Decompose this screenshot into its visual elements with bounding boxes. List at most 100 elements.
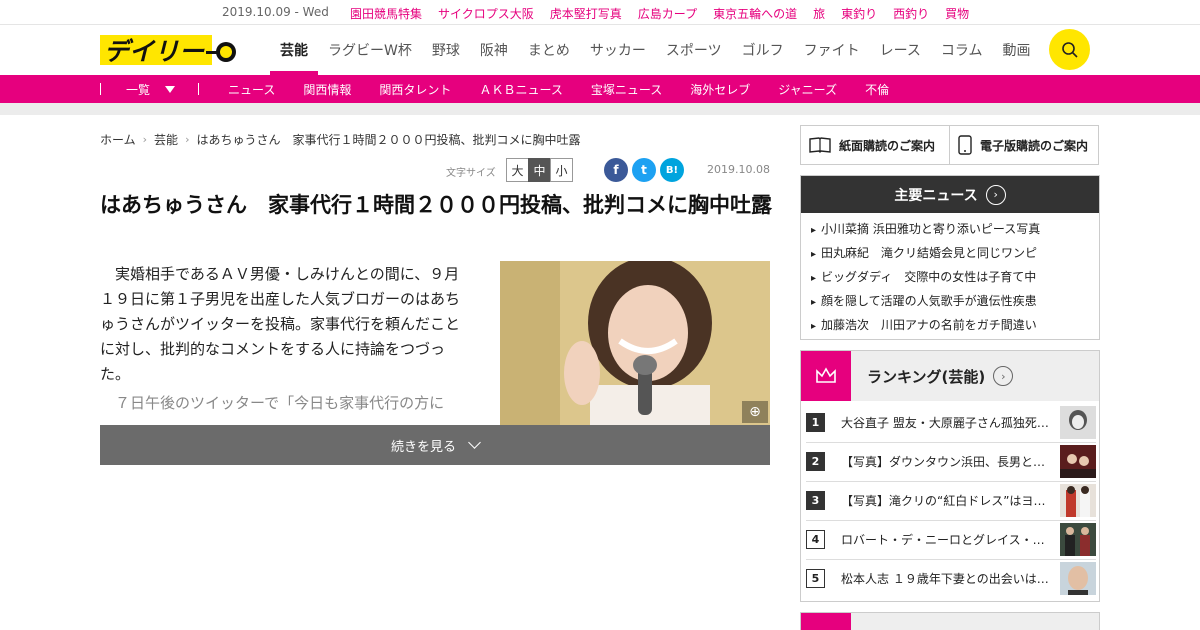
search-button[interactable] [1049,29,1090,70]
accent-tab [801,613,851,630]
zoom-icon[interactable]: ⊕ [742,401,768,423]
top-link[interactable]: サイクロプス大阪 [438,5,534,22]
search-icon [1061,41,1078,58]
ranking-text: ロバート・デ・ニーロとグレイス・ハ… [841,533,1053,547]
ranking-title: ランキング(芸能) [867,367,986,386]
main-news-item[interactable]: ビッグダディ 交際中の女性は子育て中 [811,265,1099,289]
rank-number: 2 [806,452,825,471]
font-size-small[interactable]: 小 [550,158,573,182]
top-link[interactable]: 広島カープ [638,5,697,22]
top-links: 園田競馬特集 サイクロプス大阪 虎本堅打写真 広島カープ 東京五輪への道 旅 東… [350,5,985,22]
nav-item[interactable]: スポーツ [656,25,732,75]
subnav-item[interactable]: 海外セレブ [690,81,750,98]
nav-item[interactable]: 動画 [992,25,1040,75]
chevron-down-icon [468,436,481,449]
ranking-header[interactable]: ランキング(芸能) › [801,351,1099,401]
ranking-row[interactable]: 1 大谷直子 盟友・大原麗子さん孤独死… [806,403,1096,441]
breadcrumb-category[interactable]: 芸能 [154,131,178,148]
current-date: 2019.10.09 - Wed [222,5,329,19]
article-paragraph: 実婚相手であるＡＶ男優・しみけんとの間に、９月１９日に第１子男児を出産した人気ブ… [100,265,461,383]
subnav-item[interactable]: ニュース [228,81,275,98]
article-tools: 文字サイズ 大 中 小 f t B! 2019.10.08 [446,158,770,182]
breadcrumb: ホーム › 芸能 › はあちゅうさん 家事代行１時間２０００円投稿、批判コメに胸… [100,131,580,148]
twitter-icon[interactable]: t [632,158,656,182]
nav-item[interactable]: サッカー [580,25,656,75]
top-link[interactable]: 東京五輪への道 [713,5,797,22]
main-nav: 芸能 ラグビーW杯 野球 阪神 まとめ サッカー スポーツ ゴルフ ファイト レ… [270,25,1088,75]
main-news-item[interactable]: 顔を隠して活躍の人気歌手が遺伝性疾患 [811,289,1099,313]
subscription-links: 紙面購読のご案内 電子版購読のご案内 [800,125,1100,165]
ranking-thumbnail [1060,562,1096,595]
subnav-item[interactable]: ジャニーズ [778,81,837,98]
share-buttons: f t B! [604,158,688,182]
read-more-button[interactable]: 続きを見る [100,425,770,465]
nav-item[interactable]: レース [870,25,931,75]
smartphone-icon [958,135,972,155]
ranking-text: 【写真】滝クリの“紅白ドレス”はヨー… [841,494,1053,508]
main-news-header[interactable]: 主要ニュース › [801,176,1099,213]
main-news-item[interactable]: 加藤浩次 川田アナの名前をガチ間違い [811,313,1099,337]
top-link[interactable]: 買物 [945,5,969,22]
nav-item[interactable]: ラグビーW杯 [318,25,422,75]
font-size-medium[interactable]: 中 [528,158,551,182]
paper-subscription-button[interactable]: 紙面購読のご案内 [800,125,950,165]
daily-logo[interactable]: デイリー [100,32,240,68]
subnav-item[interactable]: 宝塚ニュース [591,81,662,98]
rank-number: 1 [806,412,825,432]
ranking-row[interactable]: 4 ロバート・デ・ニーロとグレイス・ハ… [806,520,1096,558]
ranking-row[interactable]: 5 松本人志 １９歳年下妻との出会いは… [806,559,1096,597]
main-news-box: 主要ニュース › 小川菜摘 浜田雅功と寄り添いピース写真 田丸麻紀 滝クリ結婚会… [800,175,1100,340]
nav-item[interactable]: 野球 [422,25,470,75]
main-news-title: 主要ニュース [894,187,978,204]
font-size-large[interactable]: 大 [506,158,529,182]
article-body: 実婚相手であるＡＶ男優・しみけんとの間に、９月１９日に第１子男児を出産した人気ブ… [100,262,470,416]
list-dropdown[interactable]: 一覧 [126,81,150,98]
rank-number: 4 [806,530,825,549]
article-title: はあちゅうさん 家事代行１時間２０００円投稿、批判コメに胸中吐露 [100,193,772,217]
breadcrumb-home[interactable]: ホーム [100,131,136,148]
top-bar: 2019.10.09 - Wed 園田競馬特集 サイクロプス大阪 虎本堅打写真 … [0,0,1200,25]
gray-band [0,103,1200,115]
main-news-item[interactable]: 小川菜摘 浜田雅功と寄り添いピース写真 [811,217,1099,241]
subnav-item[interactable]: ＡＫＢニュース [479,81,562,98]
article-photo[interactable]: ⊕ [500,261,770,425]
logo-text: デイリー [104,37,205,66]
nav-item-entertainment[interactable]: 芸能 [270,25,318,75]
subnav-item[interactable]: 関西タレント [379,81,451,98]
hatena-icon[interactable]: B! [660,158,684,182]
ranking-box: ランキング(芸能) › 1 大谷直子 盟友・大原麗子さん孤独死… 2 【写真】ダ… [800,350,1100,602]
facebook-icon[interactable]: f [604,158,628,182]
nav-item[interactable]: ゴルフ [732,25,794,75]
read-more-label: 続きを見る [390,439,456,455]
subnav-item[interactable]: 関西情報 [303,81,351,98]
top-link[interactable]: 旅 [813,5,825,22]
ranking-text: 松本人志 １９歳年下妻との出会いは… [841,572,1049,586]
ranking-text: 【写真】ダウンタウン浜田、長男と親… [841,455,1053,469]
divider [198,83,199,95]
nav-item[interactable]: ファイト [794,25,870,75]
subnav-item[interactable]: 不倫 [865,81,889,98]
ranking-row[interactable]: 2 【写真】ダウンタウン浜田、長男と親… [806,442,1096,480]
nav-item[interactable]: コラム [931,25,993,75]
top-link[interactable]: 園田競馬特集 [350,5,422,22]
nav-item[interactable]: 阪神 [470,25,518,75]
top-link[interactable]: 東釣り [841,5,877,22]
chevron-down-icon[interactable] [165,86,175,93]
chevron-right-icon: › [993,366,1014,386]
main-news-item[interactable]: 田丸麻紀 滝クリ結婚会見と同じワンピ [811,241,1099,265]
nav-item[interactable]: まとめ [518,25,580,75]
chevron-right-icon: › [985,184,1006,205]
crown-icon [801,351,851,401]
paper-subscription-label: 紙面購読のご案内 [839,138,936,153]
article-date: 2019.10.08 [707,163,770,176]
site-header: デイリー 芸能 ラグビーW杯 野球 阪神 まとめ サッカー スポーツ ゴルフ フ… [0,25,1200,75]
digital-subscription-label: 電子版購読のご案内 [980,138,1089,153]
top-link[interactable]: 虎本堅打写真 [550,5,622,22]
ranking-row[interactable]: 3 【写真】滝クリの“紅白ドレス”はヨー… [806,481,1096,519]
top-link[interactable]: 西釣り [893,5,929,22]
digital-subscription-button[interactable]: 電子版購読のご案内 [949,125,1099,165]
breadcrumb-current: はあちゅうさん 家事代行１時間２０００円投稿、批判コメに胸中吐露 [196,133,581,147]
photo-illustration [500,261,770,425]
chevron-right-icon: › [142,133,148,146]
ranking-thumbnail [1060,484,1096,517]
